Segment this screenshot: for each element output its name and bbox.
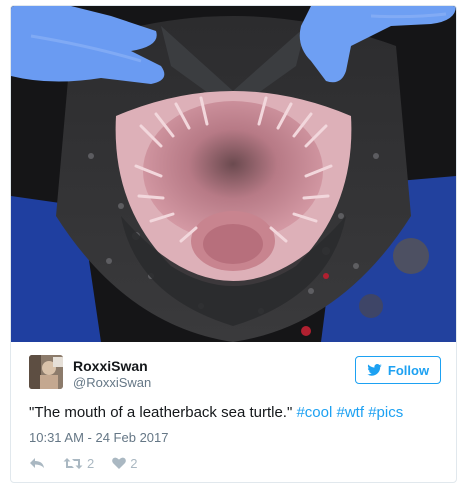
tweet-text: "The mouth of a leatherback sea turtle."… [29, 404, 403, 421]
reply-icon [29, 457, 45, 469]
avatar[interactable] [29, 355, 63, 389]
like-button[interactable]: 2 [112, 456, 137, 471]
tweet-quote: "The mouth of a leatherback sea turtle." [29, 404, 293, 421]
follow-button[interactable]: Follow [355, 356, 441, 384]
display-name[interactable]: RoxxiSwan [73, 358, 148, 374]
tweet-actions: 2 2 [29, 454, 137, 472]
reply-button[interactable] [29, 457, 45, 469]
hashtag-link[interactable]: #cool [296, 404, 332, 421]
hashtag-link[interactable]: #pics [368, 404, 403, 421]
like-count: 2 [130, 455, 138, 471]
follow-label: Follow [387, 362, 430, 378]
tweet-timestamp[interactable]: 10:31 AM - 24 Feb 2017 [29, 430, 168, 445]
tweet-card: RoxxiSwan @RoxxiSwan Follow "The mouth o… [10, 5, 457, 483]
hashtag-link[interactable]: #wtf [337, 404, 365, 421]
tweet-header: RoxxiSwan @RoxxiSwan Follow [29, 355, 441, 391]
tweet-photo[interactable] [11, 6, 456, 342]
heart-icon [112, 457, 127, 469]
user-handle[interactable]: @RoxxiSwan [73, 375, 151, 390]
twitter-bird-icon [367, 364, 382, 376]
retweet-button[interactable]: 2 [63, 456, 94, 471]
retweet-count: 2 [87, 455, 95, 471]
retweet-icon [63, 457, 83, 470]
